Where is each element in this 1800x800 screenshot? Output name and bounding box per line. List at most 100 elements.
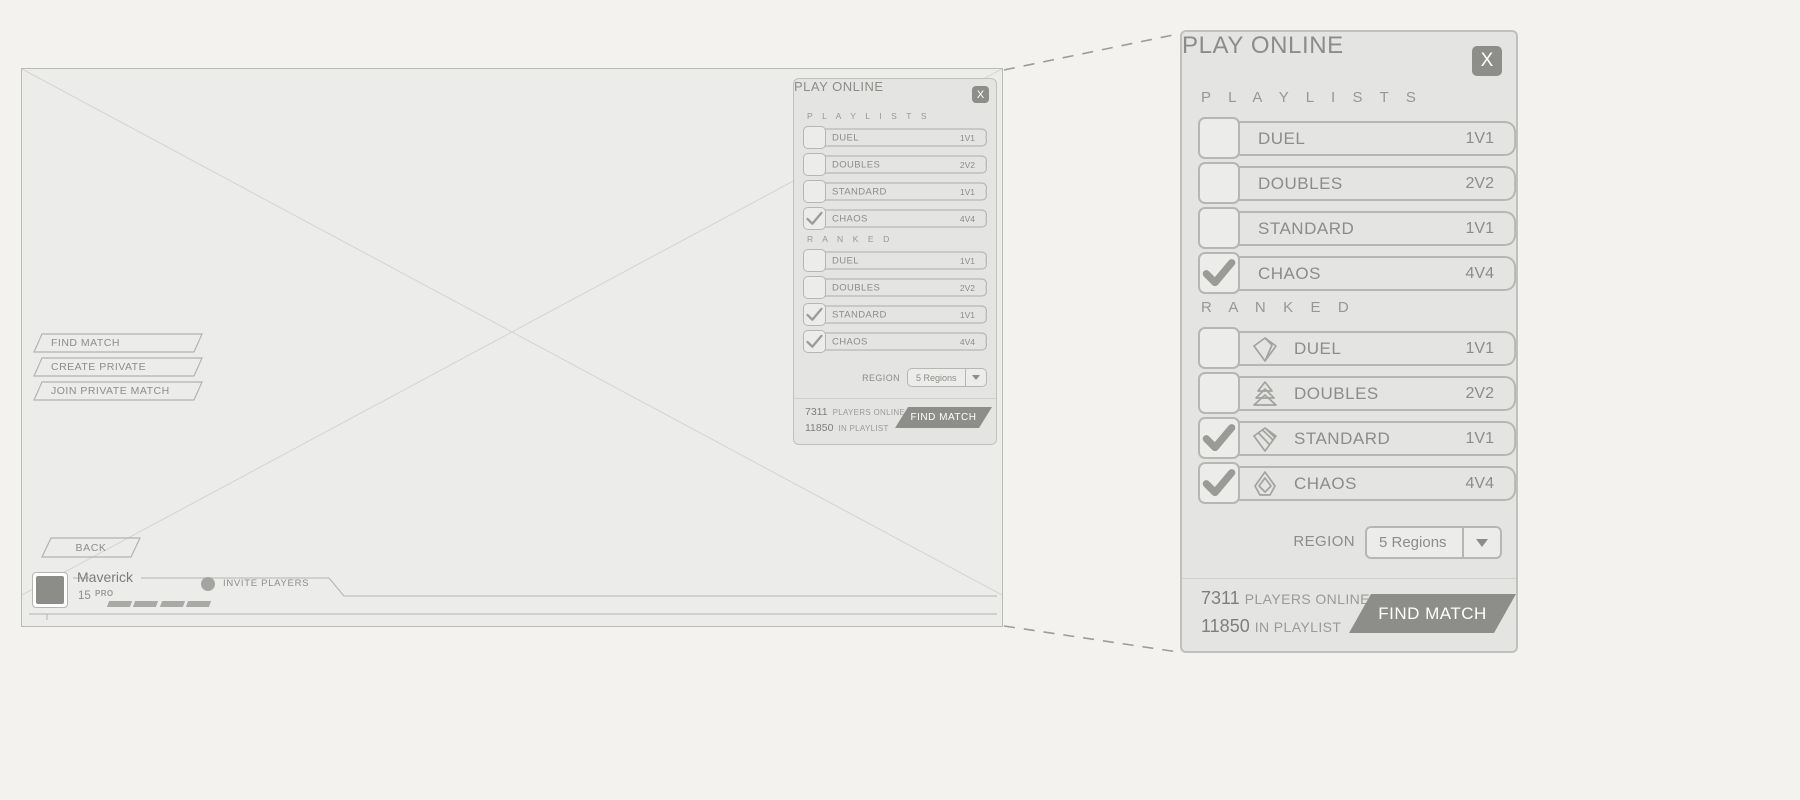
checkbox-unchecked[interactable] bbox=[803, 180, 826, 203]
playlist-team-size: 4V4 bbox=[1465, 264, 1494, 282]
checkbox-unchecked[interactable] bbox=[803, 126, 826, 149]
playlist-row[interactable]: CHAOS 4V4 bbox=[1198, 462, 1518, 504]
find-match-button[interactable]: FIND MATCH bbox=[1349, 592, 1516, 635]
player-level: 15 bbox=[78, 590, 91, 602]
region-select[interactable]: 5 Regions bbox=[1365, 526, 1502, 559]
playlist-row-bar[interactable]: STANDARD 1V1 bbox=[1238, 211, 1518, 246]
checkbox-checked[interactable] bbox=[1198, 252, 1240, 294]
checkbox-unchecked[interactable] bbox=[803, 249, 826, 272]
playlist-team-size: 2V2 bbox=[1465, 174, 1494, 192]
checkbox-checked[interactable] bbox=[803, 207, 826, 230]
playlist-row[interactable]: DOUBLES 2V2 bbox=[1198, 162, 1518, 204]
find-match-nav-label: FIND MATCH bbox=[51, 337, 120, 349]
playlist-row[interactable]: DOUBLES 2V2 bbox=[803, 153, 989, 176]
xp-segment bbox=[106, 601, 133, 607]
back-button[interactable]: BACK bbox=[41, 537, 141, 558]
section-heading: P L A Y L I S T S bbox=[1201, 89, 1423, 106]
footer-divider bbox=[794, 398, 996, 399]
playlist-row[interactable]: DUEL 1V1 bbox=[1198, 117, 1518, 159]
player-name: Maverick bbox=[77, 569, 134, 585]
playlist-row[interactable]: DUEL 1V1 bbox=[803, 249, 989, 272]
playlist-team-size: 1V1 bbox=[959, 132, 975, 143]
playlist-row[interactable]: CHAOS 4V4 bbox=[803, 207, 989, 230]
playlist-name: CHAOS bbox=[832, 336, 868, 347]
playlist-row[interactable]: DOUBLES 2V2 bbox=[803, 276, 989, 299]
playlist-row[interactable]: STANDARD 1V1 bbox=[1198, 417, 1518, 459]
playlist-row-bar[interactable]: CHAOS 4V4 bbox=[825, 209, 989, 228]
playlist-row-bar[interactable]: STANDARD 1V1 bbox=[825, 182, 989, 201]
playlist-row-bar[interactable]: CHAOS 4V4 bbox=[1238, 466, 1518, 501]
region-label: REGION bbox=[1293, 533, 1355, 550]
playlist-row-bar[interactable]: DOUBLES 2V2 bbox=[1238, 376, 1518, 411]
screenshot-root: FIND MATCH CREATE PRIVATE JOIN PRIVATE M… bbox=[0, 0, 1800, 800]
find-match-nav-button[interactable]: FIND MATCH bbox=[33, 333, 203, 353]
avatar bbox=[32, 572, 68, 608]
checkbox-unchecked[interactable] bbox=[803, 153, 826, 176]
xp-segment bbox=[133, 601, 159, 607]
create-private-nav-button[interactable]: CREATE PRIVATE bbox=[33, 357, 203, 377]
checkbox-checked[interactable] bbox=[1198, 417, 1240, 459]
playlist-name: CHAOS bbox=[832, 213, 868, 224]
region-select[interactable]: 5 Regions bbox=[907, 368, 987, 387]
players-online-count: 7311 bbox=[805, 406, 828, 418]
playlist-row-bar[interactable]: CHAOS 4V4 bbox=[825, 332, 989, 351]
find-match-button[interactable]: FIND MATCH bbox=[895, 405, 992, 430]
playlist-row[interactable]: DUEL 1V1 bbox=[1198, 327, 1518, 369]
invite-players-label: INVITE PLAYERS bbox=[223, 578, 310, 589]
in-playlist-count: 11850 bbox=[1201, 616, 1250, 636]
chevron-down-icon[interactable] bbox=[965, 369, 986, 386]
checkbox-unchecked[interactable] bbox=[1198, 162, 1240, 204]
playlist-row-bar[interactable]: DUEL 1V1 bbox=[1238, 121, 1518, 156]
close-icon[interactable]: X bbox=[972, 86, 989, 103]
checkbox-unchecked[interactable] bbox=[1198, 372, 1240, 414]
playlist-row[interactable]: STANDARD 1V1 bbox=[803, 303, 989, 326]
in-playlist-count: 11850 bbox=[805, 422, 834, 434]
playlist-row-bar[interactable]: DOUBLES 2V2 bbox=[1238, 166, 1518, 201]
playlist-team-size: 2V2 bbox=[959, 159, 975, 170]
region-label: REGION bbox=[862, 373, 900, 383]
playlist-team-size: 4V4 bbox=[959, 336, 975, 347]
checkbox-checked[interactable] bbox=[803, 330, 826, 353]
footer-stat-line: 7311 PLAYERS ONLINE bbox=[805, 406, 905, 418]
create-private-nav-label: CREATE PRIVATE bbox=[51, 361, 147, 373]
playlist-row[interactable]: STANDARD 1V1 bbox=[803, 180, 989, 203]
playlist-row[interactable]: DOUBLES 2V2 bbox=[1198, 372, 1518, 414]
playlist-row[interactable]: CHAOS 4V4 bbox=[803, 330, 989, 353]
in-playlist-label: IN PLAYLIST bbox=[1254, 619, 1342, 635]
playlist-name: STANDARD bbox=[832, 186, 887, 197]
join-private-match-nav-button[interactable]: JOIN PRIVATE MATCH bbox=[33, 381, 203, 401]
back-button-label: BACK bbox=[75, 541, 107, 554]
playlist-row-bar[interactable]: DUEL 1V1 bbox=[1238, 331, 1518, 366]
playlist-team-size: 1V1 bbox=[959, 255, 975, 266]
playlist-team-size: 2V2 bbox=[1465, 384, 1494, 402]
playlist-name: DUEL bbox=[832, 255, 859, 266]
close-icon-zoomed[interactable]: X bbox=[1472, 46, 1502, 76]
playlist-name: DOUBLES bbox=[832, 282, 881, 293]
checkbox-checked[interactable] bbox=[803, 303, 826, 326]
playlist-name: DOUBLES bbox=[832, 159, 881, 170]
playlist-row-bar[interactable]: CHAOS 4V4 bbox=[1238, 256, 1518, 291]
playlist-row[interactable]: STANDARD 1V1 bbox=[1198, 207, 1518, 249]
playlist-row-bar[interactable]: DOUBLES 2V2 bbox=[825, 155, 989, 174]
chevron-down-icon[interactable] bbox=[1462, 528, 1500, 557]
playlist-row-bar[interactable]: STANDARD 1V1 bbox=[825, 305, 989, 324]
playlist-row[interactable]: CHAOS 4V4 bbox=[1198, 252, 1518, 294]
playlist-row-bar[interactable]: DOUBLES 2V2 bbox=[825, 278, 989, 297]
checkbox-unchecked[interactable] bbox=[1198, 327, 1240, 369]
region-value: 5 Regions bbox=[1379, 534, 1447, 551]
checkbox-checked[interactable] bbox=[1198, 462, 1240, 504]
players-online-count: 7311 bbox=[1201, 588, 1240, 608]
checkbox-unchecked[interactable] bbox=[803, 276, 826, 299]
panel-title-zoomed: PLAY ONLINE bbox=[1182, 32, 1344, 59]
playlist-team-size: 4V4 bbox=[1465, 474, 1494, 492]
xp-segment-empty bbox=[213, 601, 239, 607]
checkbox-unchecked[interactable] bbox=[1198, 207, 1240, 249]
playlist-row-bar[interactable]: DUEL 1V1 bbox=[825, 128, 989, 147]
playlist-row[interactable]: DUEL 1V1 bbox=[803, 126, 989, 149]
playlist-team-size: 1V1 bbox=[1465, 339, 1494, 357]
playlist-name: DUEL bbox=[832, 132, 859, 143]
gem-plain-icon bbox=[1250, 334, 1280, 364]
checkbox-unchecked[interactable] bbox=[1198, 117, 1240, 159]
playlist-row-bar[interactable]: STANDARD 1V1 bbox=[1238, 421, 1518, 456]
playlist-row-bar[interactable]: DUEL 1V1 bbox=[825, 251, 989, 270]
